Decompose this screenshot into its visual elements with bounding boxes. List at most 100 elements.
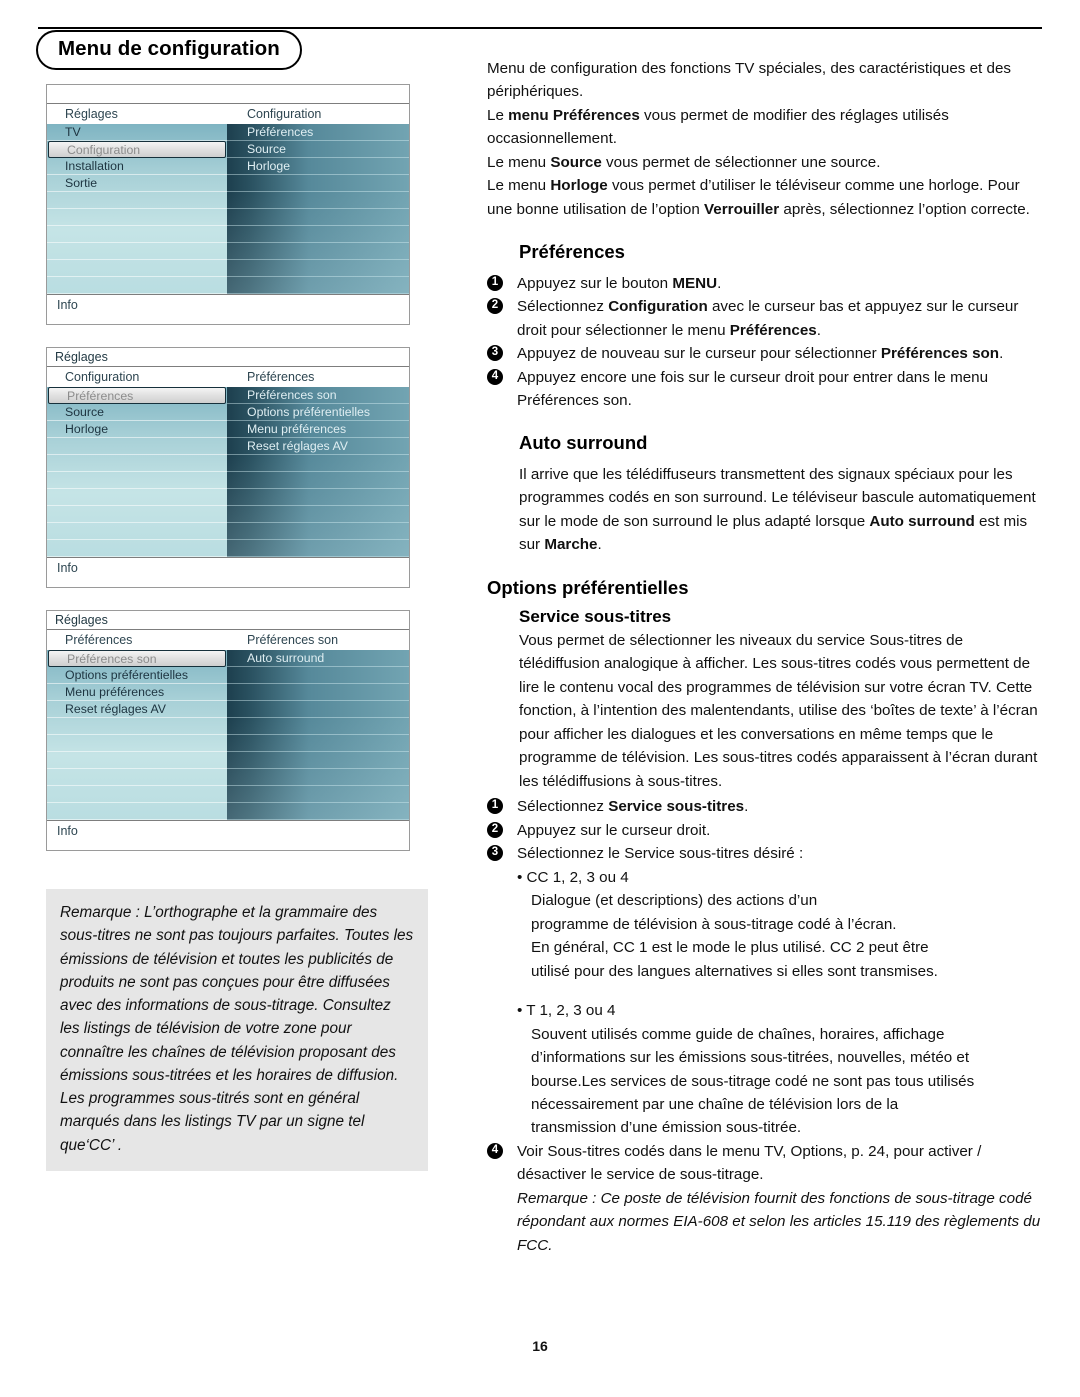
menu-item[interactable]: Options préférentielles	[47, 667, 227, 684]
submenu-item-empty	[227, 277, 409, 294]
menu-right-panel: Auto surround	[227, 650, 409, 820]
submenu-item-empty	[227, 786, 409, 803]
service-sous-titres-steps: 1 Sélectionnez Service sous-titres. 2 Ap…	[487, 795, 1045, 865]
submenu-item-empty	[227, 701, 409, 718]
menu-item-empty	[47, 209, 227, 226]
submenu-item-empty	[227, 226, 409, 243]
step-item: 2 Sélectionnez Configuration avec le cur…	[487, 295, 1045, 342]
submenu-item-empty	[227, 260, 409, 277]
column-header-right: Préférences son	[247, 633, 339, 647]
menu-item-empty	[47, 192, 227, 209]
submenu-item-empty	[227, 523, 409, 540]
step-number-icon: 1	[487, 798, 503, 815]
step-number-icon: 3	[487, 345, 503, 362]
bullet-cc-line: programme de télévision à sous-titrage c…	[531, 915, 897, 933]
intro-line-4-bold: Horloge	[550, 177, 608, 195]
menu-item-empty	[47, 438, 227, 455]
submenu-item[interactable]: Menu préférences	[227, 421, 409, 438]
bullet-t-lines: Souvent utilisés comme guide de chaînes,…	[531, 1023, 1045, 1140]
step4-block: 4 Voir Sous-titres codés dans le menu TV…	[487, 1140, 1045, 1187]
menu-item-selected[interactable]: Préférences son	[48, 650, 226, 667]
step-item: 3 Appuyez de nouveau sur le curseur pour…	[487, 342, 1045, 365]
menu-item[interactable]: Sortie	[47, 175, 227, 192]
bullet-cc-line: Dialogue (et descriptions) des actions d…	[531, 892, 818, 910]
menu-left-panel: Préférences son Options préférentielles …	[47, 650, 227, 820]
body-text-column: Menu de configuration des fonctions TV s…	[487, 57, 1045, 1257]
step-text-pre: Appuyez sur le bouton	[517, 274, 673, 292]
menu-item-selected[interactable]: Préférences	[48, 387, 226, 404]
submenu-item[interactable]: Horloge	[227, 158, 409, 175]
submenu-item-empty	[227, 489, 409, 506]
step-text-pre: Sélectionnez	[517, 798, 609, 816]
step-item: 1 Appuyez sur le bouton MENU.	[487, 272, 1045, 295]
menu-item-empty	[47, 769, 227, 786]
bullet-cc-block: • CC 1, 2, 3 ou 4 Dialogue (et descripti…	[517, 866, 1045, 983]
menu-item-empty	[47, 752, 227, 769]
bullet-cc-line: En général, CC 1 est le mode le plus uti…	[531, 939, 929, 957]
step-text-post: .	[999, 345, 1004, 363]
menu-item-selected[interactable]: Configuration	[48, 141, 226, 158]
submenu-item[interactable]: Préférences	[227, 124, 409, 141]
submenu-item[interactable]: Source	[227, 141, 409, 158]
menu-body: Préférences Source Horloge Préférences s…	[47, 387, 409, 557]
menu-column-headers: Réglages Configuration	[47, 104, 409, 124]
step-text-pre: Appuyez de nouveau sur le curseur pour s…	[517, 345, 881, 363]
intro-line-3-pre: Le menu	[487, 153, 551, 171]
menu-info-bar: Info	[47, 557, 409, 587]
menu-item[interactable]: TV	[47, 124, 227, 141]
submenu-item-empty	[227, 243, 409, 260]
preferences-steps: 1 Appuyez sur le bouton MENU. 2 Sélectio…	[487, 272, 1045, 413]
step-item: 2 Appuyez sur le curseur droit.	[487, 819, 1045, 842]
submenu-item[interactable]: Reset réglages AV	[227, 438, 409, 455]
bullet-t-label: • T 1, 2, 3 ou 4	[517, 1002, 616, 1020]
menu-item[interactable]: Installation	[47, 158, 227, 175]
final-remark-note: Remarque : Ce poste de télévision fourni…	[517, 1189, 1041, 1254]
bullet-cc-label: • CC 1, 2, 3 ou 4	[517, 868, 629, 886]
submenu-item[interactable]: Options préférentielles	[227, 404, 409, 421]
menu-item-empty	[47, 455, 227, 472]
auto-surround-bold2: Marche	[544, 536, 598, 554]
bullet-t-line: nécessairement par une chaîne de télévis…	[531, 1096, 899, 1113]
document-page: Menu de configuration Réglages Configura…	[0, 0, 1080, 1397]
menu-titlebar: Réglages	[47, 348, 409, 367]
menu-item-empty	[47, 243, 227, 260]
menu-item[interactable]: Menu préférences	[47, 684, 227, 701]
menu-titlebar	[47, 85, 409, 104]
intro-line-4-post: après, sélectionnez l’option correcte.	[779, 200, 1030, 218]
menu-column-headers: Préférences Préférences son	[47, 630, 409, 650]
menu-item[interactable]: Reset réglages AV	[47, 701, 227, 718]
menu-item[interactable]: Source	[47, 404, 227, 421]
menu-left-panel: TV Configuration Installation Sortie	[47, 124, 227, 294]
bullet-t-line: d’informations sur les émissions sous-ti…	[531, 1049, 970, 1067]
service-sous-titres-paragraph: Vous permet de sélectionner les niveaux …	[519, 631, 1038, 790]
menu-right-panel: Préférences Source Horloge	[227, 124, 409, 294]
intro-paragraph: Menu de configuration des fonctions TV s…	[487, 57, 1045, 221]
section-heading-auto-surround: Auto surround	[519, 432, 648, 454]
submenu-item[interactable]: Auto surround	[227, 650, 409, 667]
bullet-cc-line: utilisé pour des langues alternatives si…	[531, 962, 938, 980]
menu-item-empty	[47, 489, 227, 506]
column-header-right: Préférences	[247, 370, 315, 384]
auto-surround-post: .	[597, 536, 602, 554]
step-text-pre: Appuyez encore une fois sur le curseur d…	[517, 368, 989, 409]
step-item: 1 Sélectionnez Service sous-titres.	[487, 795, 1045, 818]
bullet-t-line: bourse.Les services de sous-titrage codé…	[531, 1072, 975, 1090]
menu-item-empty	[47, 523, 227, 540]
intro-line-1: Menu de configuration des fonctions TV s…	[487, 60, 1011, 101]
menu-item[interactable]: Horloge	[47, 421, 227, 438]
submenu-item-empty	[227, 506, 409, 523]
page-title: Menu de configuration	[36, 30, 302, 70]
submenu-item[interactable]: Préférences son	[227, 387, 409, 404]
menu-body: Préférences son Options préférentielles …	[47, 650, 409, 820]
menu-body: TV Configuration Installation Sortie Pré…	[47, 124, 409, 294]
menu-titlebar: Réglages	[47, 611, 409, 630]
step-number-icon: 2	[487, 298, 503, 315]
column-header-right: Configuration	[247, 107, 322, 121]
menu-left-panel: Préférences Source Horloge	[47, 387, 227, 557]
header-rule	[38, 27, 1042, 29]
submenu-item-empty	[227, 209, 409, 226]
menu-item-empty	[47, 803, 227, 820]
tv-menu-preferences-son: Réglages Préférences Préférences son Pré…	[46, 610, 410, 851]
menu-screenshot-column: Réglages Configuration TV Configuration …	[46, 84, 410, 873]
submenu-item-empty	[227, 540, 409, 557]
